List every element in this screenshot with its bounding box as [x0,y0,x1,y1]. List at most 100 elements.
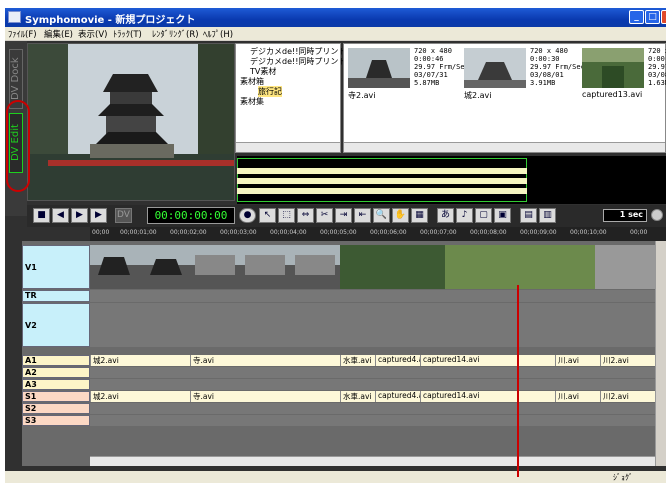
grid-icon[interactable]: ▦ [411,208,428,223]
audio-clip[interactable]: 水車.avi [340,355,375,366]
zoom-knob-icon[interactable] [651,209,663,221]
audio-lane-a2 [90,367,655,378]
audio-lane-a3 [90,379,655,390]
highlight-circle [6,100,30,192]
clip-item[interactable]: 720 x 480 0:00:12 29.97 Fr 03/08/01 1.63… [580,46,666,104]
tree-scrollbar[interactable] [236,142,340,152]
ruler-label: 00;00;01;00 [120,229,157,236]
playhead-marker[interactable] [517,285,519,477]
clip-thumbnail [582,48,644,88]
track-header-a3[interactable]: A3 [22,379,90,390]
mini-track [237,168,527,174]
folder-tree: デジカメde!!同時プリント デジカメde!!同時プリント TV素材 素材箱 旅… [235,43,346,153]
menu-view[interactable]: 表示(V) [78,28,107,40]
track-header-a2[interactable]: A2 [22,367,90,378]
track-header-tr[interactable]: TR [22,290,90,302]
timeline-hscrollbar[interactable] [90,456,655,466]
audio-clip[interactable]: 城2.avi [90,355,190,366]
audio-tool-icon[interactable]: ♪ [456,208,473,223]
export-icon[interactable]: ▥ [539,208,556,223]
close-button[interactable]: ✕ [661,10,666,24]
clip-name: captured13.avi [582,90,643,99]
ruler-label: 00;00;04;00 [270,229,307,236]
record-icon[interactable]: ● [239,208,256,223]
status-text: ｼﾞｮｸﾞ [613,473,633,482]
track-header-s1[interactable]: S1 [22,391,90,402]
menu-help[interactable]: ﾍﾙﾌﾟ(H) [203,28,233,40]
track-header-v1[interactable]: V1 [22,245,90,289]
stop-icon[interactable]: ■ [33,208,50,223]
monitor-icon[interactable]: ▢ [475,208,492,223]
track-header-s3[interactable]: S3 [22,415,90,426]
audio-clip[interactable]: 川2.avi [600,355,655,366]
audio-lane-s1: 城2.avi 寺.avi 水車.avi captured4.avi captur… [90,391,655,402]
audio-clip[interactable]: captured4.avi [375,355,420,366]
time-ruler[interactable]: 00;00 00;00;01;00 00;00;02;00 00;00;03;0… [90,227,666,241]
audio-clip[interactable]: captured14.avi [420,391,555,402]
audio-lane-s2 [90,403,655,414]
track-header-a1[interactable]: A1 [22,355,90,366]
prev-frame-icon[interactable]: ◀ [52,208,69,223]
ruler-label: 00;00;07;00 [420,229,457,236]
in-point-icon[interactable]: ⇥ [335,208,352,223]
maximize-button[interactable]: □ [645,10,660,24]
ruler-label: 00;00 [92,229,110,236]
next-frame-icon[interactable]: ▶ [90,208,107,223]
select-tool-icon[interactable]: ⬚ [278,208,295,223]
menu-track[interactable]: ﾄﾗｯｸ(T) [113,28,142,40]
ruler-label: 00;00;09;00 [520,229,557,236]
minimize-button[interactable]: _ [629,10,644,24]
track-header-s2[interactable]: S2 [22,403,90,414]
zoom-level[interactable]: 1 sec [603,209,647,222]
app-icon [8,11,21,23]
ruler-label: 00;00;10;00 [570,229,607,236]
audio-clip[interactable]: 城2.avi [90,391,190,402]
clip-bin-scrollbar[interactable] [344,142,665,152]
clip-item[interactable]: 720 x 480 0:00:30 29.97 Frm/Sec 03/08/01… [462,46,585,104]
clip-thumbnail [464,48,526,88]
mini-timeline [237,156,666,204]
clip-info: 720 x 480 0:00:46 29.97 Frm/Sec 03/07/31… [414,47,469,87]
audio-clip[interactable]: 寺.avi [190,391,340,402]
video-clips-strip [90,245,655,289]
audio-clip[interactable]: 川.avi [555,391,600,402]
capture-icon[interactable]: ▣ [494,208,511,223]
audio-clip[interactable]: captured14.avi [420,355,555,366]
clip-bin: 720 x 480 0:00:46 29.97 Frm/Sec 03/07/31… [343,43,666,153]
window-title: Symphomovie - 新規プロジェクト [25,15,196,26]
timecode-display: 00:00:00:00 [147,207,235,224]
ruler-label: 00;00 [630,229,648,236]
audio-lane-a1: 城2.avi 寺.avi 水車.avi captured4.avi captur… [90,355,655,366]
clip-name: 寺2.avi [348,91,376,100]
track-header-v2[interactable]: V2 [22,303,90,347]
timeline-vscrollbar[interactable] [655,241,666,466]
ruler-label: 00;00;03;00 [220,229,257,236]
audio-clip[interactable]: captured4.avi [375,391,420,402]
mini-track [237,178,527,184]
play-icon[interactable]: ▶ [71,208,88,223]
audio-clip[interactable]: 川.avi [555,355,600,366]
ripple-tool-icon[interactable]: ⇔ [297,208,314,223]
out-point-icon[interactable]: ⇤ [354,208,371,223]
clip-info: 720 x 480 0:00:30 29.97 Frm/Sec 03/08/01… [530,47,585,87]
menu-file[interactable]: ﾌｧｲﾙ(F) [8,28,37,40]
audio-clip[interactable]: 寺.avi [190,355,340,366]
timeline-tracks: V1 TR V2 A1 城2.avi 寺.avi 水車.avi captured… [22,241,666,466]
hand-tool-icon[interactable]: ✋ [392,208,409,223]
audio-clip[interactable]: 川2.avi [600,391,655,402]
razor-tool-icon[interactable]: ✂ [316,208,333,223]
tree-item[interactable]: 素材集 [240,96,264,107]
text-tool-icon[interactable]: あ [437,208,454,223]
menu-rendering[interactable]: ﾚﾝﾀﾞﾘﾝｸﾞ(R) [152,28,199,40]
zoom-tool-icon[interactable]: 🔍 [373,208,390,223]
audio-lane-s3 [90,415,655,426]
menu-edit[interactable]: 編集(E) [44,28,73,40]
dv-output-icon[interactable]: DV [115,208,132,223]
clip-item[interactable]: 720 x 480 0:00:46 29.97 Frm/Sec 03/07/31… [346,46,469,104]
workspace: DV Dock DV Edit デジカメde!!同時プリント デジカメde!!同… [5,41,666,471]
mini-track [237,188,527,194]
pointer-tool-icon[interactable]: ↖ [259,208,276,223]
markers-icon[interactable]: ▤ [520,208,537,223]
audio-clip[interactable]: 水車.avi [340,391,375,402]
video-lane-v1 [90,245,655,289]
